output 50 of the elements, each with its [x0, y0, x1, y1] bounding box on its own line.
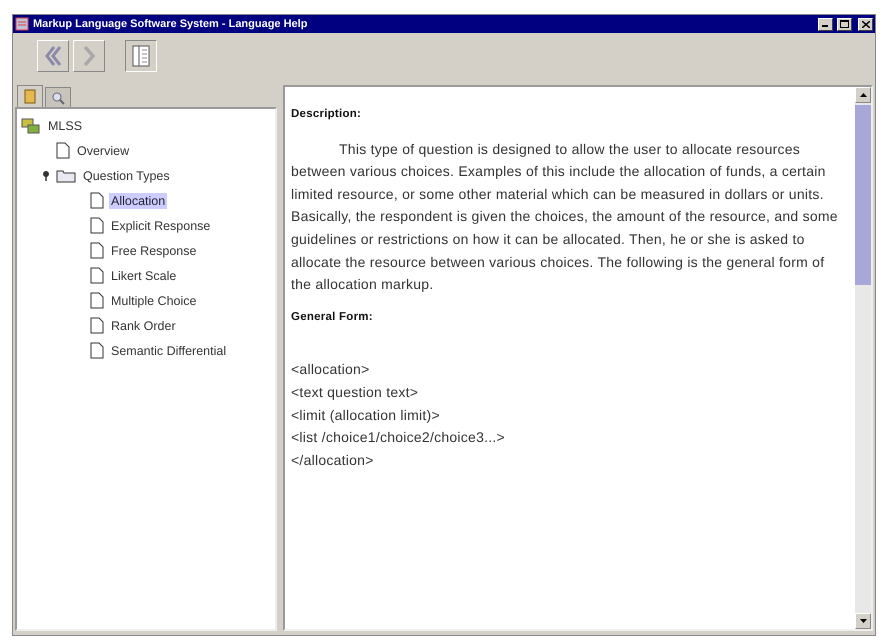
page-icon: [90, 317, 104, 334]
window-title: Markup Language Software System - Language Help: [33, 18, 308, 30]
forward-icon: [82, 45, 96, 67]
app-icon: [15, 17, 29, 31]
tree-item[interactable]: Rank Order: [109, 318, 178, 334]
magnifier-icon: [51, 90, 65, 104]
close-icon: [862, 20, 870, 28]
scroll-thumb[interactable]: [855, 105, 871, 285]
back-icon: [44, 45, 62, 67]
tree-item[interactable]: Question Types: [81, 168, 172, 184]
page-icon: [90, 267, 104, 284]
book-icon: [24, 89, 36, 104]
page-icon: [90, 242, 104, 259]
tree-item[interactable]: Semantic Differential: [109, 342, 228, 358]
description-paragraph: This type of question is designed to allow the user to allocate resources between various choices. Examples of this include the allocation of funds, a certain limited resource, or some other material which can be measured in dollars or units. Basically, the respondent is given the choices, the amount of the resource, and some guidelines or restrictions on how it can be allocated. Then, he or she is asked to allocate the resource between various choices. The following is the general form of the allocation markup.: [291, 140, 839, 294]
page-icon: [90, 342, 104, 359]
expand-handle-icon[interactable]: [41, 170, 51, 182]
scrollbar[interactable]: [855, 87, 871, 629]
close-button[interactable]: [858, 18, 873, 30]
tree-item[interactable]: Allocation: [109, 192, 168, 208]
page-icon: [90, 292, 104, 309]
tree-item[interactable]: Overview: [75, 142, 132, 158]
tree-item[interactable]: Likert Scale: [109, 268, 178, 284]
search-tab[interactable]: [45, 87, 71, 107]
contents-tab[interactable]: [17, 85, 43, 107]
scroll-up-icon: [860, 93, 866, 97]
page-icon: [56, 142, 70, 159]
section-heading: Description:: [291, 107, 362, 122]
code-line: <allocation>: [291, 360, 371, 380]
tree-item[interactable]: Multiple Choice: [109, 292, 198, 308]
code-line: <list /choice1/choice2/choice3...>: [291, 428, 506, 448]
pane-toggle-icon: [132, 45, 150, 67]
folder-icon: [56, 168, 76, 182]
code-line: <limit (allocation limit)>: [291, 406, 441, 425]
code-line: </allocation>: [291, 450, 375, 470]
tree-item[interactable]: Explicit Response: [109, 218, 212, 234]
section-heading: General Form:: [291, 310, 374, 325]
tree-item[interactable]: Free Response: [109, 242, 198, 258]
minimize-button[interactable]: [818, 18, 833, 30]
folder-tree-icon: [21, 118, 41, 134]
forward-button[interactable]: [73, 40, 105, 72]
pane-toggle-button[interactable]: [125, 40, 157, 72]
page-icon: [90, 217, 104, 234]
scroll-down-icon: [860, 619, 866, 623]
code-line: <text question text>: [291, 382, 420, 402]
back-button[interactable]: [37, 40, 69, 72]
maximize-button[interactable]: [837, 18, 852, 30]
tree-item[interactable]: MLSS: [46, 118, 84, 134]
maximize-icon: [840, 20, 849, 28]
page-icon: [90, 192, 104, 209]
